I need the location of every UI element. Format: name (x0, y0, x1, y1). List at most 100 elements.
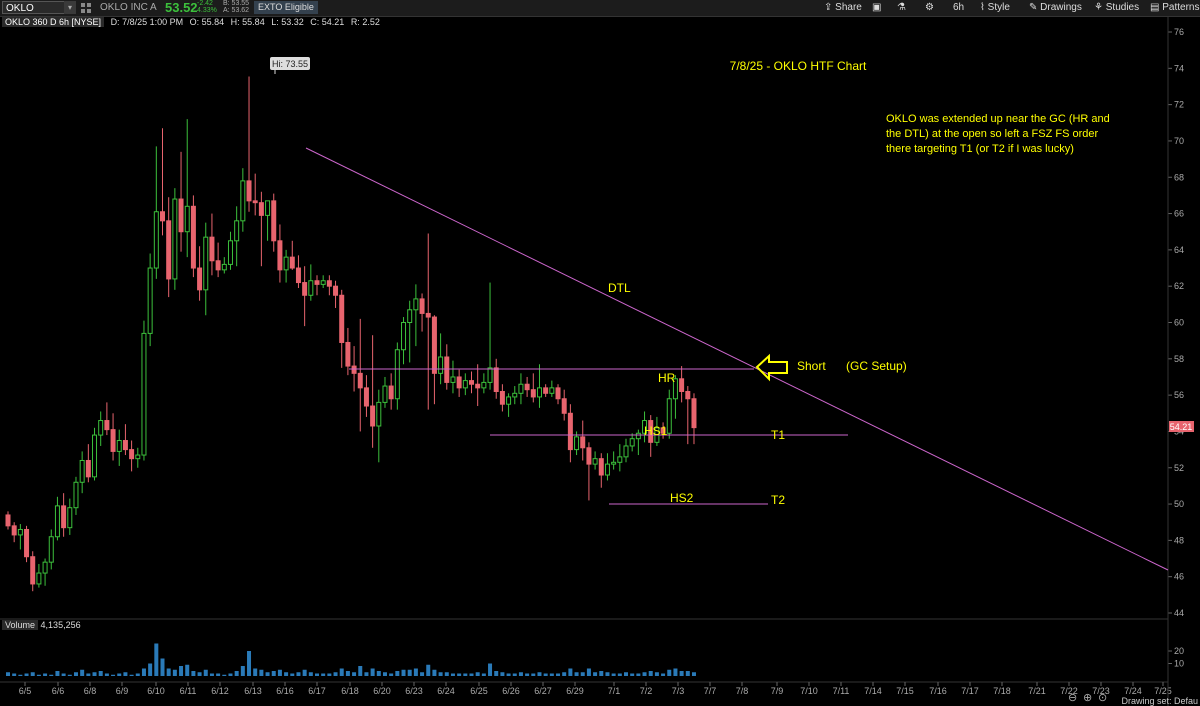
volume-bar (123, 672, 128, 676)
candle-body (444, 356, 450, 383)
volume-bar (438, 672, 443, 676)
zoom-out-icon[interactable]: ⊖ (1068, 692, 1077, 704)
date-tick-label: 6/17 (308, 686, 326, 696)
candle-body (530, 389, 536, 398)
volume-bar (537, 672, 542, 676)
volume-bar (271, 671, 276, 676)
volume-bar (469, 673, 474, 676)
volume-bar (531, 673, 536, 676)
volume-bar (290, 673, 295, 676)
candle-body (30, 556, 36, 585)
zoom-in-icon[interactable]: ⊕ (1083, 692, 1092, 704)
volume-bar (420, 672, 425, 676)
date-tick-label: 7/11 (833, 686, 850, 696)
drawing-set-label[interactable]: Drawing set: Defau (1121, 696, 1198, 706)
candle-body (438, 356, 444, 374)
volume-bar (333, 672, 338, 676)
candle-body (419, 298, 425, 314)
date-tick-label: 7/17 (961, 686, 979, 696)
volume-bar (525, 673, 530, 676)
price-chart[interactable]: 4446485052545658606264666870727476 1020 … (0, 0, 1200, 706)
candle-body (246, 180, 252, 202)
volume-bar (111, 674, 116, 676)
volume-bar (166, 668, 171, 676)
volume-bar (61, 673, 66, 676)
date-tick-label: 7/8 (736, 686, 749, 696)
candle-body (234, 220, 240, 242)
volume-bar (191, 671, 196, 676)
hr-label: HR (658, 371, 676, 385)
price-tick-label: 70 (1174, 136, 1184, 146)
candle-body (48, 536, 54, 563)
volume-bar (277, 669, 282, 676)
candle-body (666, 398, 672, 434)
volume-bar (500, 672, 505, 676)
candle-body (450, 376, 456, 383)
candle-body (98, 420, 104, 436)
date-tick-label: 6/13 (244, 686, 262, 696)
volume-bar (172, 669, 177, 676)
volume-bar (364, 672, 369, 676)
candle-body (462, 380, 468, 389)
candle-body (221, 263, 227, 271)
candle-body (240, 180, 246, 222)
volume-bar (661, 673, 666, 676)
dtl-label: DTL (608, 281, 631, 295)
candle-body (166, 220, 172, 280)
volume-bar (679, 671, 684, 676)
volume-info-bar: Volume 4,135,256 (0, 620, 81, 632)
volume-bar (86, 673, 91, 676)
candles (5, 76, 697, 592)
candle-body (320, 280, 326, 285)
date-axis: 6/5 6/6 6/8 6/9 6/10 6/11 6/12 6/13 6/16 6/17 6/18… (19, 682, 1172, 696)
candle-body (518, 383, 524, 394)
date-tick-label: 7/1 (608, 686, 621, 696)
candle-body (61, 505, 67, 529)
price-tick-label: 48 (1174, 535, 1184, 545)
volume-bar (518, 672, 523, 676)
date-tick-label: 7/2 (640, 686, 653, 696)
volume-bar (562, 672, 567, 676)
candle-body (592, 458, 598, 465)
volume-bar (457, 673, 462, 676)
candle-body (536, 387, 542, 398)
volume-bar (617, 673, 622, 676)
candle-body (635, 432, 641, 440)
candle-body (394, 349, 400, 400)
date-tick-label: 6/9 (116, 686, 129, 696)
candle-body (147, 267, 153, 334)
candle-body (586, 447, 592, 465)
volume-bar (141, 668, 146, 676)
volume-bar (321, 673, 326, 676)
candle-body (252, 200, 258, 204)
volume-bar (129, 674, 134, 676)
candle-body (5, 514, 11, 527)
volume-bars (6, 643, 696, 676)
price-tick-label: 68 (1174, 172, 1184, 182)
candle-body (413, 298, 419, 311)
candle-body (141, 332, 147, 456)
price-tick-label: 76 (1174, 27, 1184, 37)
volume-bar (450, 673, 455, 676)
candle-body (431, 316, 437, 374)
volume-bar (382, 672, 387, 676)
candle-body (679, 378, 685, 392)
candle-body (54, 505, 60, 538)
volume-bar (203, 669, 208, 676)
date-tick-label: 6/11 (180, 686, 197, 696)
note-line-2: the DTL) at the open so left a FSZ FS or… (886, 128, 1098, 140)
candle-body (116, 440, 122, 452)
candle-body (67, 507, 73, 529)
volume-bar (556, 673, 561, 676)
candle-body (122, 440, 128, 451)
high-callout-label: Hi: 73.55 (272, 59, 308, 69)
candle-body (190, 205, 196, 269)
volume-bar (247, 651, 252, 676)
candle-body (567, 412, 573, 451)
volume-bar (234, 671, 239, 676)
volume-axis: 1020 (0, 646, 1184, 683)
date-tick-label: 6/29 (566, 686, 584, 696)
candle-body (555, 387, 561, 400)
volume-bar (216, 673, 221, 676)
zoom-fit-icon[interactable]: ⊙ (1098, 692, 1107, 704)
